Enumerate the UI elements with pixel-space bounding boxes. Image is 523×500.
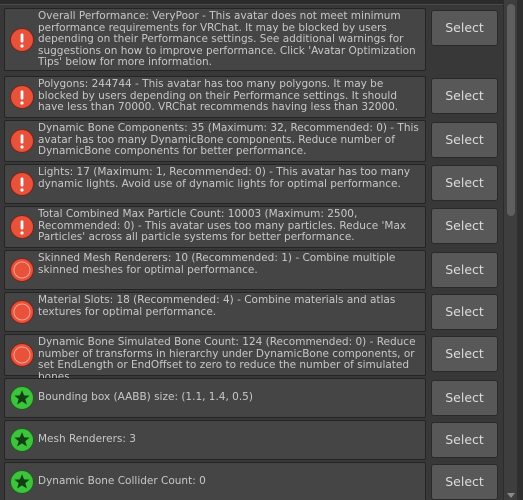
performance-row-good: Bounding box (AABB) size: (1.1, 1.4, 0.5… bbox=[4, 378, 426, 418]
performance-message: Total Combined Max Particle Count: 10003… bbox=[38, 208, 407, 244]
performance-row-error: Overall Performance: VeryPoor - This ava… bbox=[4, 8, 426, 71]
vertical-scrollbar[interactable] bbox=[503, 0, 518, 500]
performance-row-warning: Material Slots: 18 (Recommended: 4) - Co… bbox=[4, 292, 426, 332]
error-icon bbox=[9, 128, 35, 154]
select-button[interactable]: Select bbox=[431, 122, 498, 158]
warning-circle-icon bbox=[9, 257, 35, 283]
performance-panel: Overall Performance: VeryPoor - This ava… bbox=[0, 0, 523, 500]
performance-message: Dynamic Bone Components: 35 (Maximum: 32… bbox=[38, 122, 419, 158]
performance-row-error: Lights: 17 (Maximum: 1, Recommended: 0) … bbox=[4, 164, 426, 204]
select-button[interactable]: Select bbox=[431, 10, 498, 46]
star-icon bbox=[9, 385, 35, 411]
performance-row-error: Dynamic Bone Components: 35 (Maximum: 32… bbox=[4, 120, 426, 162]
top-divider bbox=[0, 0, 510, 5]
error-icon bbox=[9, 27, 35, 53]
performance-message: Dynamic Bone Simulated Bone Count: 124 (… bbox=[38, 336, 416, 383]
scroll-down-arrow-icon[interactable] bbox=[507, 493, 515, 498]
performance-row-good: Mesh Renderers: 3 bbox=[4, 420, 426, 460]
error-icon bbox=[9, 171, 35, 197]
star-icon bbox=[9, 427, 35, 453]
select-button[interactable]: Select bbox=[431, 252, 498, 288]
star-icon bbox=[9, 469, 35, 495]
performance-message: Mesh Renderers: 3 bbox=[38, 433, 136, 445]
error-icon bbox=[9, 84, 35, 110]
select-button[interactable]: Select bbox=[431, 208, 498, 244]
warning-circle-icon bbox=[9, 299, 35, 325]
window-edge bbox=[517, 0, 523, 500]
warning-circle-icon bbox=[9, 342, 35, 368]
performance-row-good: Dynamic Bone Collider Count: 0 bbox=[4, 462, 426, 500]
performance-row-error: Total Combined Max Particle Count: 10003… bbox=[4, 206, 426, 248]
select-button[interactable]: Select bbox=[431, 78, 498, 114]
error-icon bbox=[9, 214, 35, 240]
select-button[interactable]: Select bbox=[431, 422, 498, 458]
select-button[interactable]: Select bbox=[431, 165, 498, 201]
performance-message: Overall Performance: VeryPoor - This ava… bbox=[38, 10, 416, 69]
performance-message: Polygons: 244744 - This avatar has too m… bbox=[38, 78, 399, 114]
scrollbar-thumb[interactable] bbox=[507, 4, 515, 216]
select-button[interactable]: Select bbox=[431, 464, 498, 500]
performance-row-error: Polygons: 244744 - This avatar has too m… bbox=[4, 76, 426, 118]
performance-message: Material Slots: 18 (Recommended: 4) - Co… bbox=[38, 294, 396, 318]
performance-message: Lights: 17 (Maximum: 1, Recommended: 0) … bbox=[38, 166, 411, 190]
performance-row-warning: Skinned Mesh Renderers: 10 (Recommended:… bbox=[4, 250, 426, 290]
performance-row-warning: Dynamic Bone Simulated Bone Count: 124 (… bbox=[4, 334, 426, 383]
performance-message: Skinned Mesh Renderers: 10 (Recommended:… bbox=[38, 252, 396, 276]
performance-message: Dynamic Bone Collider Count: 0 bbox=[38, 475, 206, 487]
select-button[interactable]: Select bbox=[431, 336, 498, 372]
performance-message: Bounding box (AABB) size: (1.1, 1.4, 0.5… bbox=[38, 391, 253, 403]
select-button[interactable]: Select bbox=[431, 380, 498, 416]
select-button[interactable]: Select bbox=[431, 294, 498, 330]
